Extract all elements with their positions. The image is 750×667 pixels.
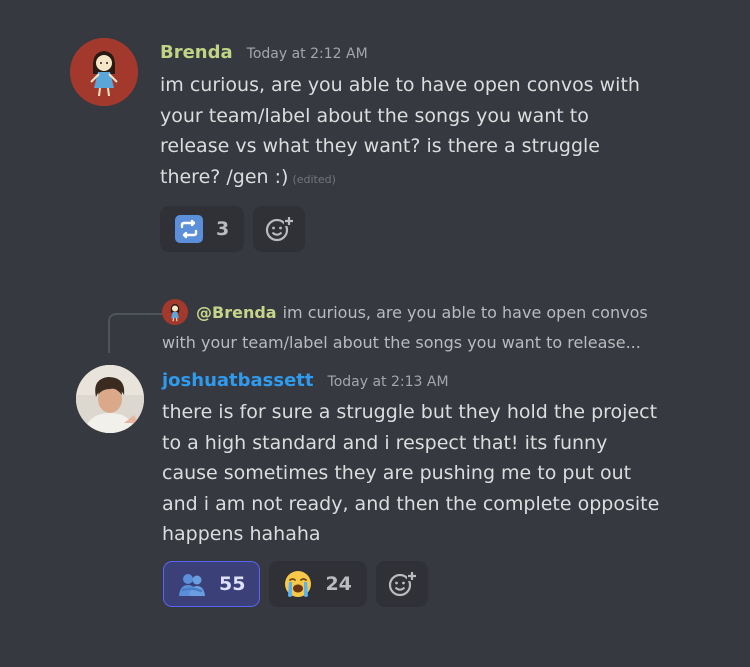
girl-avatar-icon <box>162 299 188 325</box>
avatar-brenda[interactable] <box>70 38 138 106</box>
username-joshuatbassett[interactable]: joshuatbassett <box>162 370 314 391</box>
reply-mention[interactable]: @Brenda <box>196 303 277 322</box>
message-line: your team/label about the songs you want… <box>160 104 589 127</box>
timestamp[interactable]: Today at 2:13 AM <box>328 374 449 390</box>
message-content: im curious, are you able to have open co… <box>160 70 720 195</box>
reply-line-1: @Brenda im curious, are you able to have … <box>162 298 672 327</box>
reaction-loudly-crying[interactable]: 24 <box>269 561 367 607</box>
loudly-crying-face-icon <box>285 571 312 597</box>
add-reaction-icon <box>266 216 295 242</box>
people-hugging-icon <box>179 574 205 596</box>
reaction-count: 24 <box>325 573 352 595</box>
girl-avatar-icon <box>70 38 138 106</box>
add-reaction-button[interactable] <box>253 206 306 252</box>
message-line: there is for sure a struggle but they ho… <box>162 401 658 423</box>
reply-avatar <box>162 299 188 325</box>
message-line: and i am not ready, and then the complet… <box>162 492 660 515</box>
repeat-icon <box>175 215 203 243</box>
timestamp[interactable]: Today at 2:12 AM <box>247 46 368 62</box>
message-line: im curious, are you able to have open co… <box>160 74 640 96</box>
message-line: cause sometimes they are pushing me to p… <box>162 462 632 484</box>
add-reaction-icon <box>388 571 417 597</box>
avatar-joshuatbassett[interactable] <box>76 365 144 433</box>
username-brenda[interactable]: Brenda <box>160 42 233 63</box>
reply-line-2: with your team/label about the songs you… <box>162 333 641 352</box>
reaction-repeat[interactable]: 3 <box>160 206 245 252</box>
reaction-count: 3 <box>216 218 230 240</box>
message-content: there is for sure a struggle but they ho… <box>162 397 732 550</box>
message-line: happens hahaha <box>162 523 321 545</box>
reaction-count: 55 <box>219 573 246 595</box>
edited-label: (edited) <box>292 172 336 186</box>
person-photo-icon <box>76 365 144 433</box>
reply-connector <box>108 313 164 353</box>
reply-preview[interactable]: @Brenda im curious, are you able to have … <box>162 298 672 357</box>
message-line: there? /gen :) (edited) <box>160 162 720 196</box>
message-line: release vs what they want? is there a st… <box>160 135 600 157</box>
message-line: to a high standard and i respect that! i… <box>162 431 608 454</box>
add-reaction-button[interactable] <box>375 561 428 607</box>
message-line-text: there? /gen :) <box>160 165 289 188</box>
reaction-people-hugging[interactable]: 55 <box>163 561 261 607</box>
reply-text: im curious, are you able to have open co… <box>282 303 648 322</box>
